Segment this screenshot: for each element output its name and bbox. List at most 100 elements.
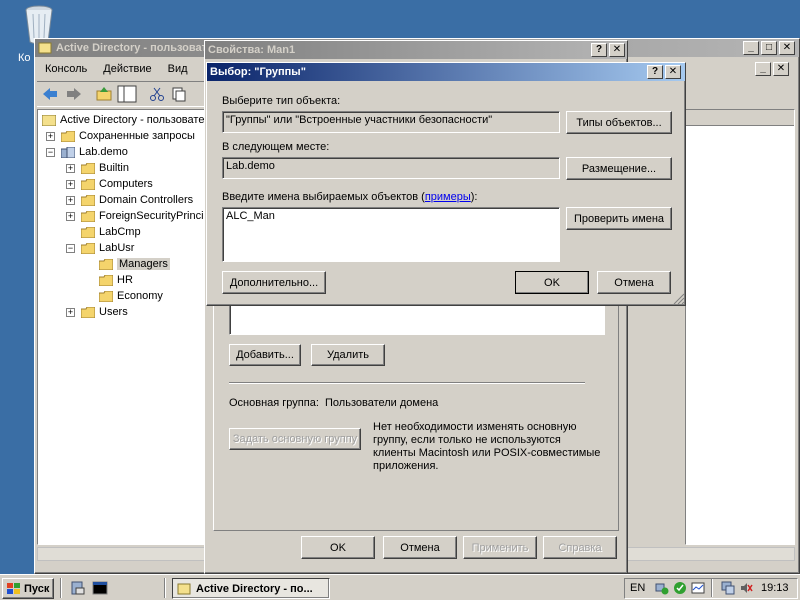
tree-item-managers[interactable]: Managers — [99, 256, 170, 272]
expand-icon[interactable]: + — [66, 163, 75, 173]
maximize-button[interactable]: □ — [761, 41, 777, 55]
help-button[interactable]: ? — [591, 43, 607, 57]
task-label: Active Directory - по... — [196, 582, 313, 595]
note-line: клиенты Macintosh или POSIX-совместимые — [373, 447, 601, 459]
security-check-icon[interactable] — [673, 581, 687, 595]
expand-icon[interactable]: + — [66, 179, 75, 189]
tree-item-labusr[interactable]: − LabUsr — [66, 240, 134, 256]
tree-label: Domain Controllers — [99, 194, 194, 206]
examples-link[interactable]: примеры — [425, 191, 471, 203]
check-names-button[interactable]: Проверить имена — [566, 207, 672, 230]
tree-item-economy[interactable]: Economy — [99, 288, 163, 304]
tree-label: LabCmp — [99, 226, 141, 238]
member-of-list[interactable] — [229, 303, 605, 335]
back-arrow-icon[interactable] — [41, 86, 59, 102]
expand-icon[interactable]: + — [66, 195, 75, 205]
resize-grip-icon[interactable] — [673, 293, 685, 305]
display-icon[interactable] — [721, 581, 735, 595]
expand-icon[interactable]: + — [66, 211, 75, 221]
collapse-icon[interactable]: − — [46, 147, 55, 157]
tree-root-label: Active Directory - пользовате — [60, 114, 205, 126]
add-button[interactable]: Добавить... — [229, 344, 301, 366]
taskbar: Пуск Active Directory - по... EN 19:13 — [0, 574, 800, 600]
tree-item-foreign-security[interactable]: + ForeignSecurityPrincip — [66, 208, 210, 224]
tree-item-labcmp[interactable]: LabCmp — [81, 224, 141, 240]
menu-view[interactable]: Вид — [160, 63, 196, 75]
divider — [229, 382, 585, 384]
mmc-title: Active Directory - пользовате... — [56, 42, 223, 54]
object-types-button[interactable]: Типы объектов... — [566, 111, 672, 134]
cut-icon[interactable] — [149, 86, 165, 102]
tree-item-builtin[interactable]: + Builtin — [66, 160, 129, 176]
performance-icon[interactable] — [691, 581, 705, 595]
expand-icon[interactable]: + — [66, 307, 75, 317]
details-header — [686, 110, 794, 126]
tree-label: Computers — [99, 178, 153, 190]
properties-titlebar[interactable]: Свойства: Man1 — [205, 41, 627, 59]
tree-pane: Active Directory - пользовате + Сохранен… — [37, 109, 210, 545]
taskbar-separator — [60, 578, 62, 598]
child-minimize-button[interactable]: _ — [755, 62, 771, 76]
ou-folder-icon — [99, 290, 113, 302]
ok-button[interactable]: OK — [301, 536, 375, 559]
close-button[interactable]: ✕ — [609, 43, 625, 57]
note-line: Нет необходимости изменять основную — [373, 421, 577, 433]
remove-button[interactable]: Удалить — [311, 344, 385, 366]
primary-group-label: Основная группа: Пользователи домена — [229, 397, 439, 409]
volume-muted-icon[interactable] — [739, 581, 753, 595]
cancel-button[interactable]: Отмена — [383, 536, 457, 559]
forward-arrow-icon[interactable] — [65, 86, 83, 102]
names-label: Введите имена выбираемых объектов (приме… — [222, 191, 478, 203]
properties-title: Свойства: Man1 — [208, 44, 296, 56]
mmc-app-icon — [177, 583, 191, 594]
child-close-button[interactable]: ✕ — [773, 62, 789, 76]
help-text-button[interactable]: Справка — [543, 536, 617, 559]
dialog-titlebar[interactable]: Выбор: "Группы" — [207, 63, 685, 81]
menu-console[interactable]: Консоль — [37, 63, 95, 75]
start-button[interactable]: Пуск — [2, 578, 54, 599]
menu-action[interactable]: Действие — [95, 63, 159, 75]
taskbar-separator — [164, 578, 166, 598]
dialog-cancel-button[interactable]: Отмена — [597, 271, 671, 294]
up-folder-icon[interactable] — [95, 86, 113, 102]
network-icon[interactable] — [655, 581, 669, 595]
clock[interactable]: 19:13 — [761, 582, 789, 594]
expand-icon[interactable]: + — [46, 131, 55, 141]
tree-item-domain[interactable]: − Lab.demo — [46, 144, 128, 160]
server-manager-icon[interactable] — [70, 580, 86, 596]
tree-label: HR — [117, 274, 133, 286]
minimize-button[interactable]: _ — [743, 41, 759, 55]
command-prompt-icon[interactable] — [92, 580, 108, 596]
tree-label: Managers — [117, 258, 170, 270]
tree-item-domain-controllers[interactable]: + Domain Controllers — [66, 192, 193, 208]
taskbar-task-active-directory[interactable]: Active Directory - по... — [172, 578, 330, 599]
close-button[interactable]: ✕ — [665, 65, 681, 79]
collapse-icon[interactable]: − — [66, 243, 75, 253]
location-button[interactable]: Размещение... — [566, 157, 672, 180]
dialog-ok-button[interactable]: OK — [515, 271, 589, 294]
system-tray: EN 19:13 — [624, 578, 798, 599]
language-indicator[interactable]: EN — [630, 582, 645, 594]
help-button[interactable]: ? — [647, 65, 663, 79]
apply-button[interactable]: Применить — [463, 536, 537, 559]
tree-label: ForeignSecurityPrincip — [99, 210, 210, 222]
tree-item-hr[interactable]: HR — [99, 272, 133, 288]
set-primary-group-button[interactable]: Задать основную группу — [229, 428, 361, 450]
close-button[interactable]: ✕ — [779, 41, 795, 55]
location-label: В следующем месте: — [222, 141, 330, 153]
tree-label: LabUsr — [99, 242, 135, 254]
mmc-child-controls: _ ✕ — [755, 59, 795, 79]
tree-item-computers[interactable]: + Computers — [66, 176, 153, 192]
tree-root[interactable]: Active Directory - пользовате — [42, 112, 204, 128]
note-line: группу, если только не используются — [373, 434, 561, 446]
ou-folder-icon — [81, 242, 95, 254]
folder-icon — [81, 162, 95, 174]
object-names-input[interactable]: ALC_Man — [222, 207, 560, 262]
tree-item-users[interactable]: + Users — [66, 304, 128, 320]
copy-icon[interactable] — [171, 86, 187, 102]
show-tree-icon[interactable] — [117, 85, 137, 103]
ou-folder-icon — [99, 258, 113, 270]
tree-item-saved-queries[interactable]: + Сохраненные запросы — [46, 128, 195, 144]
advanced-button[interactable]: Дополнительно... — [222, 271, 326, 294]
primary-group-note: Нет необходимости изменять основную груп… — [373, 421, 613, 473]
